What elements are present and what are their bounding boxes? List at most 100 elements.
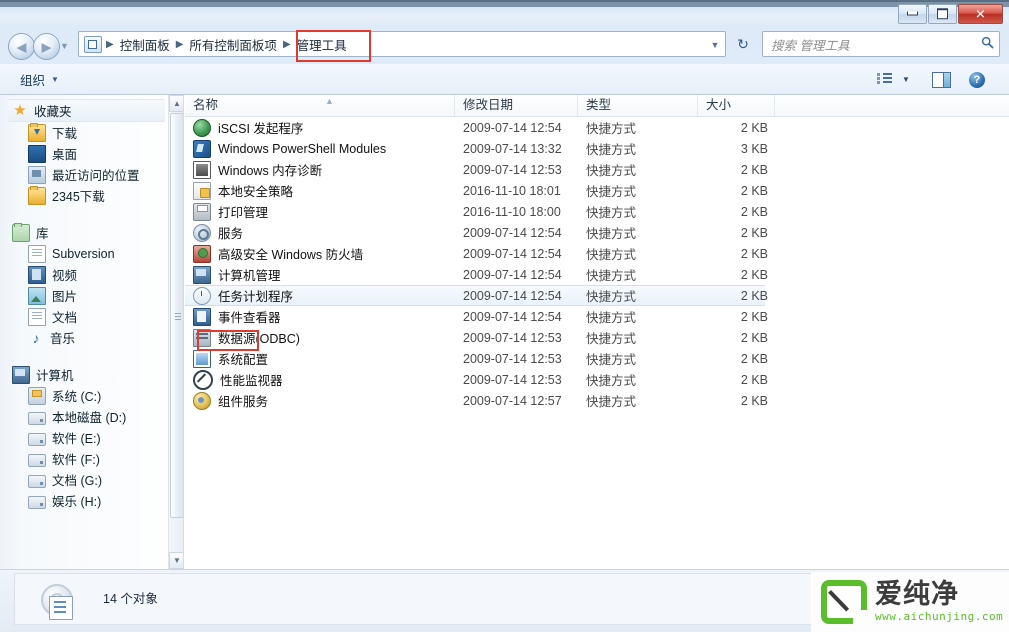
item-count-label: 14 个对象	[103, 592, 158, 606]
cell-size: 2 KB	[740, 225, 768, 240]
organize-button[interactable]: 组织 ▼	[20, 70, 59, 89]
file-name-label: 性能监视器	[220, 374, 283, 388]
print-management-icon	[193, 202, 211, 221]
scroll-up-button[interactable]: ▲	[169, 95, 183, 112]
table-row[interactable]: 服务 2009-07-14 12:54 快捷方式 2 KB	[185, 222, 1009, 243]
sidebar-item-music[interactable]: ♪ 音乐	[0, 327, 183, 348]
cell-size: 2 KB	[740, 120, 768, 135]
cell-type: 快捷方式	[586, 206, 637, 220]
sidebar-item-drive-e[interactable]: 软件 (E:)	[0, 427, 183, 448]
column-header-date[interactable]: 修改日期	[455, 95, 578, 116]
sidebar-item-favorites[interactable]: ★ 收藏夹	[8, 99, 165, 122]
odbc-icon	[193, 328, 211, 347]
table-row[interactable]: 任务计划程序 2009-07-14 12:54 快捷方式 2 KB	[185, 285, 768, 306]
file-name-label: 数据源(ODBC)	[218, 332, 300, 346]
recent-pages-dropdown[interactable]: ▼	[60, 42, 69, 51]
table-row[interactable]: iSCSI 发起程序 2009-07-14 12:54 快捷方式 2 KB	[185, 117, 1009, 138]
column-header-type[interactable]: 类型	[578, 95, 698, 116]
sidebar-item-drive-g[interactable]: 文档 (G:)	[0, 469, 183, 490]
sidebar-scrollbar[interactable]: ▲ ▼	[168, 95, 183, 569]
sidebar-item-2345-downloads[interactable]: 2345下载	[0, 185, 183, 206]
file-name-label: 计算机管理	[218, 269, 281, 283]
computer-management-icon	[193, 265, 211, 284]
task-scheduler-icon	[193, 286, 211, 305]
table-row[interactable]: 组件服务 2009-07-14 12:57 快捷方式 2 KB	[185, 390, 1009, 411]
breadcrumb-item-all-items[interactable]: 所有控制面板项	[185, 33, 281, 56]
cell-size: 2 KB	[740, 351, 768, 366]
view-dropdown-button[interactable]: ▼	[899, 69, 913, 90]
breadcrumb-item-control-panel[interactable]: 控制面板	[116, 33, 174, 56]
sidebar-item-label: 下载	[52, 127, 78, 141]
cell-size: 2 KB	[740, 267, 768, 282]
sidebar-item-label: 2345下载	[52, 190, 105, 204]
cell-size: 3 KB	[740, 141, 768, 156]
watermark-title: 爱纯净	[875, 579, 959, 610]
table-row[interactable]: Windows 内存诊断 2009-07-14 12:53 快捷方式 2 KB	[185, 159, 1009, 180]
refresh-button[interactable]: ↻	[730, 31, 756, 57]
table-row[interactable]: 打印管理 2016-11-10 18:00 快捷方式 2 KB	[185, 201, 1009, 222]
table-row[interactable]: 本地安全策略 2016-11-10 18:01 快捷方式 2 KB	[185, 180, 1009, 201]
maximize-button[interactable]	[928, 4, 957, 24]
cell-type: 快捷方式	[586, 374, 637, 388]
watermark-url: www.aichunjing.com	[875, 610, 1004, 623]
sidebar-item-label: 娱乐 (H:)	[52, 495, 102, 509]
file-name-label: 本地安全策略	[218, 185, 294, 199]
video-icon	[28, 265, 46, 284]
breadcrumb-item-administrative-tools[interactable]: 管理工具	[293, 33, 351, 56]
table-row[interactable]: 事件查看器 2009-07-14 12:54 快捷方式 2 KB	[185, 306, 1009, 327]
table-row[interactable]: 高级安全 Windows 防火墙 2009-07-14 12:54 快捷方式 2 KB	[185, 243, 1009, 264]
sidebar-item-drive-c[interactable]: 系统 (C:)	[0, 385, 183, 406]
table-row[interactable]: 性能监视器 2009-07-14 12:53 快捷方式 2 KB	[185, 369, 1009, 390]
search-input[interactable]: 搜索 管理工具	[763, 35, 975, 54]
breadcrumb-separator: ▶	[106, 38, 114, 50]
file-name-label: 服务	[218, 227, 244, 241]
table-row[interactable]: 数据源(ODBC) 2009-07-14 12:53 快捷方式 2 KB	[185, 327, 1009, 348]
sidebar-item-documents[interactable]: 文档	[0, 306, 183, 327]
close-button[interactable]: ✕	[958, 4, 1003, 24]
iscsi-icon	[193, 118, 211, 137]
sidebar-item-subversion[interactable]: Subversion	[0, 243, 183, 264]
cell-name: 系统配置	[193, 349, 268, 368]
help-button[interactable]: ?	[966, 69, 988, 90]
address-bar[interactable]: ▶ 控制面板 ▶ 所有控制面板项 ▶ 管理工具 ▼	[78, 31, 726, 57]
chevron-down-icon: ▼	[51, 75, 59, 84]
sidebar-item-computer[interactable]: 计算机	[0, 364, 183, 385]
table-row[interactable]: 系统配置 2009-07-14 12:53 快捷方式 2 KB	[185, 348, 1009, 369]
cell-date: 2009-07-14 12:53	[463, 330, 562, 345]
table-row[interactable]: Windows PowerShell Modules 2009-07-14 13:…	[185, 138, 1009, 159]
sidebar-item-drive-d[interactable]: 本地磁盘 (D:)	[0, 406, 183, 427]
back-button[interactable]: ◀	[8, 33, 35, 60]
sidebar-item-libraries[interactable]: 库	[0, 222, 183, 243]
sidebar-item-recent-places[interactable]: 最近访问的位置	[0, 164, 183, 185]
system-drive-icon	[28, 386, 46, 405]
file-rows: iSCSI 发起程序 2009-07-14 12:54 快捷方式 2 KB Window…	[185, 117, 1009, 411]
scrollbar-thumb[interactable]	[170, 113, 183, 518]
local-security-policy-icon	[193, 181, 211, 200]
aichunjing-logo-icon	[821, 580, 867, 624]
sidebar-item-desktop[interactable]: 桌面	[0, 143, 183, 164]
minimize-button[interactable]	[898, 4, 927, 24]
cell-date: 2009-07-14 13:32	[463, 141, 562, 156]
sidebar-item-videos[interactable]: 视频	[0, 264, 183, 285]
cell-name: 打印管理	[193, 202, 268, 221]
sidebar-item-label: 系统 (C:)	[52, 390, 102, 404]
address-dropdown-icon[interactable]: ▼	[709, 39, 721, 51]
table-row[interactable]: 计算机管理 2009-07-14 12:54 快捷方式 2 KB	[185, 264, 1009, 285]
command-toolbar: 组织 ▼ ▼ ?	[0, 64, 1009, 95]
change-view-button[interactable]	[874, 69, 896, 90]
forward-button[interactable]: ▶	[33, 33, 60, 60]
column-header-size[interactable]: 大小	[698, 95, 775, 116]
sidebar-item-drive-f[interactable]: 软件 (F:)	[0, 448, 183, 469]
sidebar-item-drive-h[interactable]: 娱乐 (H:)	[0, 490, 183, 511]
sidebar-item-label: 文档	[52, 311, 78, 325]
column-header-name[interactable]: 名称 ▲	[185, 95, 455, 116]
preview-pane-button[interactable]	[930, 69, 952, 90]
nav-group-computer: 计算机 系统 (C:) 本地磁盘 (D:) 软件 (E:) 软件 (F:) 文档…	[0, 364, 183, 511]
search-box[interactable]: 搜索 管理工具	[762, 31, 1000, 57]
sidebar-item-downloads[interactable]: 下载	[0, 122, 183, 143]
sidebar-item-pictures[interactable]: 图片	[0, 285, 183, 306]
scroll-down-button[interactable]: ▼	[169, 552, 183, 569]
performance-monitor-icon	[193, 369, 213, 390]
cell-date: 2009-07-14 12:53	[463, 372, 562, 387]
